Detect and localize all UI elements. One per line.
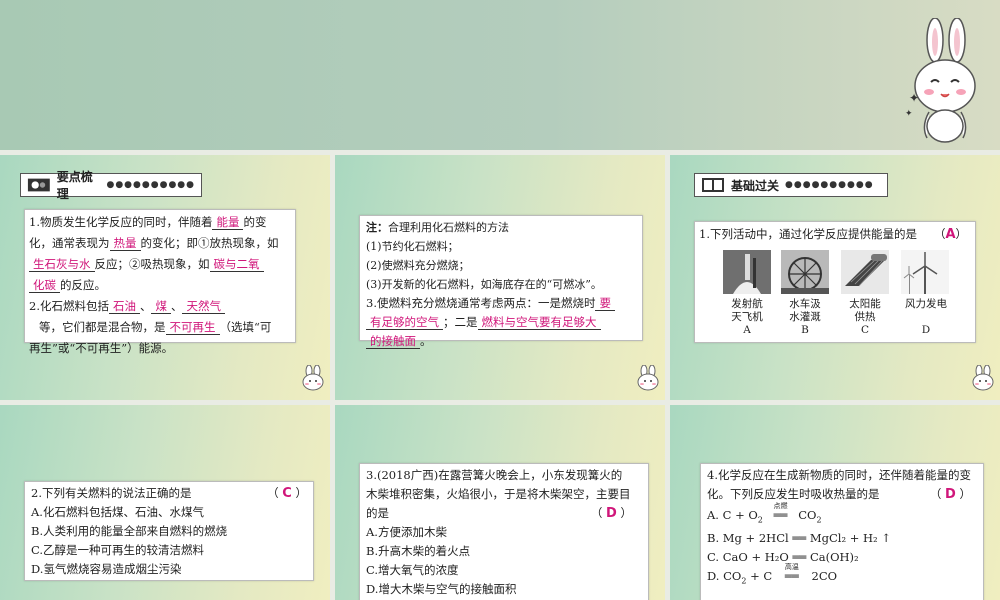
question-line: 2.下列有关燃料的说法正确的是 （ C ） <box>31 486 307 501</box>
answer-carbon-co2: 碳与二氧 <box>209 257 264 272</box>
option-b[interactable]: B.升高木柴的着火点 <box>366 542 642 561</box>
answer-choice: D <box>606 506 617 521</box>
title-banner: ✦ ✦ <box>0 0 1000 150</box>
q1-line1: 1.物质发生化学反应的同时，伴随着 能量 的变 <box>29 215 267 230</box>
option-c[interactable]: C.增大氧气的浓度 <box>366 561 642 580</box>
answer-choice: C <box>282 486 292 501</box>
option-d[interactable]: D.增大木柴与空气的接触面积 <box>366 580 642 599</box>
slide-6[interactable]: 4.化学反应在生成新物质的同时，还伴随着能量的变 化。下列反应发生时吸收热量的是… <box>670 405 1000 600</box>
q1-line3: 生石灰与水 反应；②吸热现象，如 碳与二氧 <box>29 254 291 275</box>
note-line: 注：合理利用化石燃料的方法 <box>366 221 509 234</box>
reaction-condition: 高温 ══ <box>784 563 799 584</box>
slide-2[interactable]: 注：合理利用化石燃料的方法 (1)节约化石燃料； (2)使燃料充分燃烧； (3)… <box>335 155 665 400</box>
dots-decoration: ●●●●●●●●●● <box>106 180 195 190</box>
caption-c: 太阳能 供热 C <box>849 298 881 336</box>
content-card: 注：合理利用化石燃料的方法 (1)节约化石燃料； (2)使燃料充分燃烧； (3)… <box>359 215 643 349</box>
option-c[interactable]: C.乙醇是一种可再生的较清洁燃料 <box>31 541 307 560</box>
answer-coal: 煤 <box>151 299 171 314</box>
caption-b: 水车汲 水灌溉 B <box>789 298 821 336</box>
answer-lime-water: 生石灰与水 <box>29 257 95 272</box>
option-c[interactable]: C. CaO + H₂O ══ Ca(OH)₂ <box>707 548 977 567</box>
solar-heater-image <box>841 250 889 294</box>
wind-turbine-image <box>901 250 949 294</box>
bunny-mascot-icon: ✦ ✦ <box>905 18 976 143</box>
content-card: 1.物质发生化学反应的同时，伴随着 能量 的变 化，通常表现为 热量 的变化；即①放热现… <box>24 209 296 355</box>
answer-choice: A <box>945 227 956 242</box>
reaction-condition: 点燃 ══ <box>773 502 788 522</box>
q1-line2: 化，通常表现为 热量 的变化；即①放热现象，如 <box>29 236 279 251</box>
book-icon <box>702 178 724 192</box>
q1-line: 1.下列活动中，通过化学反应提供能量的是 （A） <box>699 227 967 242</box>
svg-text:✦: ✦ <box>909 91 919 105</box>
question-line: 化。下列反应发生时吸收热量的是 （ D ） <box>707 487 971 502</box>
q3-line3: 的接触面。 <box>366 332 636 351</box>
option-b[interactable]: B.人类利用的能量全部来自燃料的燃烧 <box>31 522 307 541</box>
option-a[interactable]: A. C + O2 点燃 ══ CO2 <box>707 502 977 529</box>
section-header: 基础过关 ●●●●●●●●●● <box>694 173 888 197</box>
bunny-icon <box>637 365 659 391</box>
option-a[interactable]: A.化石燃料包括煤、石油、水煤气 <box>31 503 307 522</box>
section-title: 要点梳理 <box>56 170 93 201</box>
section-title: 基础过关 <box>731 178 780 193</box>
note-item: (2)使燃料充分燃烧； <box>366 259 470 272</box>
slide-4[interactable]: 2.下列有关燃料的说法正确的是 （ C ） A.化石燃料包括煤、石油、水煤气 B… <box>0 405 330 600</box>
answer-heat: 热量 <box>109 236 141 251</box>
bunny-icon <box>972 365 994 391</box>
section-header: 要点梳理 ●●●●●●●●●● <box>20 170 202 201</box>
rocket-launch-image <box>723 250 771 294</box>
question-line: 4.化学反应在生成新物质的同时，还伴随着能量的变 <box>707 468 971 482</box>
answer-enough-air: 有足够的空气 <box>366 315 443 330</box>
option-b[interactable]: B. Mg + 2HCl ══ MgCl₂ + H₂ ↑ <box>707 529 977 548</box>
option-d[interactable]: D.氢气燃烧容易造成烟尘污染 <box>31 560 307 579</box>
answer-natural-gas: 天然气 <box>182 299 225 314</box>
question-line: 的是 （ D ） <box>366 506 632 521</box>
dots-decoration: ●●●●●●●●●● <box>785 180 874 190</box>
q3-line2: 有足够的空气 ；二是 燃料与空气要有足够大 <box>366 313 636 332</box>
option-a[interactable]: A.方便添加木柴 <box>366 523 642 542</box>
content-card: 2.下列有关燃料的说法正确的是 （ C ） A.化石燃料包括煤、石油、水煤气 B… <box>24 481 314 581</box>
answer-oil: 石油 <box>108 299 140 314</box>
caption-d: 风力发电 D <box>905 298 947 336</box>
magnifier-icon <box>27 178 50 192</box>
caption-a: 发射航 天飞机 A <box>731 298 763 336</box>
q1-line4: 化碳 的反应。 <box>29 275 291 296</box>
q2-line2: 等，它们都是混合物，是 不可再生 （选填“可 <box>39 320 272 335</box>
q3-line1: 3.使燃料充分燃烧通常考虑两点：一是燃烧时要 <box>366 294 636 313</box>
bunny-icon <box>302 365 324 391</box>
question-line: 木柴堆积密集，火焰很小，于是将木柴架空，主要目 <box>366 487 631 501</box>
content-card: 1.下列活动中，通过化学反应提供能量的是 （A） 发射航 天飞机 A 水车汲 水灌溉 B <box>694 221 976 343</box>
answer-energy: 能量 <box>212 215 244 230</box>
content-card: 4.化学反应在生成新物质的同时，还伴随着能量的变 化。下列反应发生时吸收热量的是… <box>700 463 984 600</box>
slide-5[interactable]: 3.(2018广西)在露营篝火晚会上，小东发现篝火的 木柴堆积密集，火焰很小，于… <box>335 405 665 600</box>
content-card: 3.(2018广西)在露营篝火晚会上，小东发现篝火的 木柴堆积密集，火焰很小，于… <box>359 463 649 600</box>
slide-3[interactable]: 基础过关 ●●●●●●●●●● 1.下列活动中，通过化学反应提供能量的是 （A）… <box>670 155 1000 400</box>
answer-choice: D <box>945 487 956 502</box>
q2-line1: 2.化石燃料包括 石油、煤、天然气 <box>29 296 291 317</box>
note-item: (3)开发新的化石燃料，如海底存在的“可燃冰”。 <box>366 278 602 291</box>
question-line: 3.(2018广西)在露营篝火晚会上，小东发现篝火的 <box>366 468 623 482</box>
answer-contact-area: 燃料与空气要有足够大 <box>477 315 601 330</box>
q2-line3: 再生”或“不可再生”）能源。 <box>29 341 174 355</box>
note-item: (1)节约化石燃料； <box>366 240 459 253</box>
option-d[interactable]: D. CO2 + C 高温 ══ 2CO <box>707 563 977 590</box>
answer-nonrenewable: 不可再生 <box>165 320 220 335</box>
slide-1[interactable]: 要点梳理 ●●●●●●●●●● 1.物质发生化学反应的同时，伴随着 能量 的变 化，… <box>0 155 330 400</box>
waterwheel-image <box>781 250 829 294</box>
svg-text:✦: ✦ <box>905 109 913 119</box>
